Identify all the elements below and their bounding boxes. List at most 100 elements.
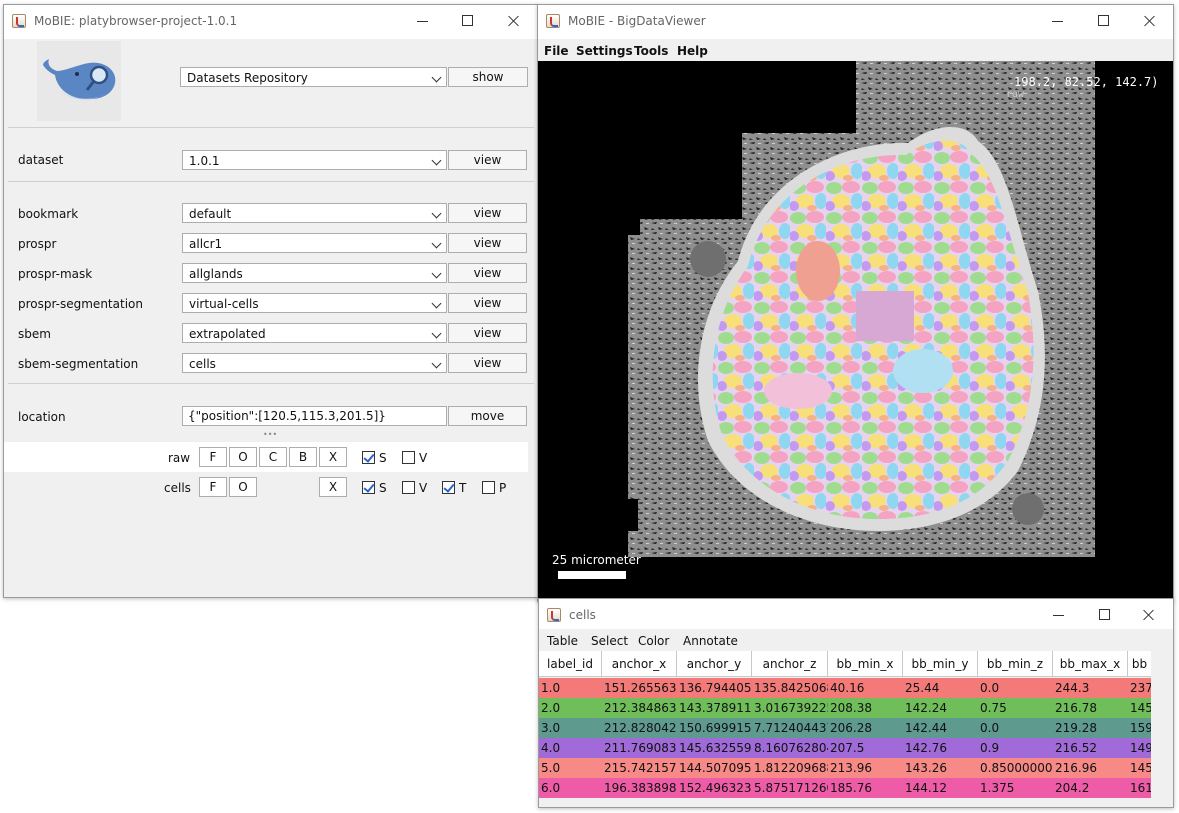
column-header[interactable]: anchor_z [752, 651, 828, 677]
table-cell[interactable]: 8.160762804... [752, 738, 828, 758]
cells-focus-button[interactable]: F [199, 477, 227, 497]
location-field[interactable]: {"position":[120.5,115.3,201.5]} [182, 406, 447, 426]
table-cell[interactable]: 159. [1128, 718, 1151, 738]
table-cell[interactable]: 25.44 [903, 678, 978, 698]
raw-remove-button[interactable]: X [319, 447, 347, 467]
table-cell[interactable]: 150.6999156... [677, 718, 752, 738]
table-cell[interactable]: 0.9 [978, 738, 1053, 758]
prospr-segmentation-select[interactable]: virtual-cells [182, 293, 447, 313]
column-header[interactable]: bb_min_x [828, 651, 903, 677]
minimize-button[interactable] [1047, 11, 1069, 31]
table-cell[interactable]: 216.96 [1053, 758, 1128, 778]
menu-table[interactable]: Table [547, 634, 578, 648]
table-cell[interactable]: 145. [1128, 758, 1151, 778]
split-handle[interactable]: ••• [263, 430, 277, 439]
maximize-button[interactable] [1094, 605, 1116, 625]
table-cell[interactable]: 145. [1128, 698, 1151, 718]
table-cell[interactable]: 6.0 [539, 778, 602, 798]
table-cell[interactable]: 142.44 [903, 718, 978, 738]
view-bookmark-button[interactable]: view [448, 203, 527, 223]
view-prospr-button[interactable]: view [448, 233, 527, 253]
table-cell[interactable]: 0.0 [978, 678, 1053, 698]
raw-show-checkbox[interactable] [362, 451, 375, 464]
table-cell[interactable]: 1.812209688... [752, 758, 828, 778]
view-prospr-mask-button[interactable]: view [448, 263, 527, 283]
source-select[interactable]: Datasets Repository [180, 67, 447, 87]
table-cell[interactable]: 3.016739225... [752, 698, 828, 718]
table-cell[interactable]: 5.875171260... [752, 778, 828, 798]
close-button[interactable] [1138, 605, 1160, 625]
table-cell[interactable]: 215.7421572... [602, 758, 677, 778]
column-header[interactable]: bb [1128, 651, 1151, 677]
cells-remove-button[interactable]: X [319, 477, 347, 497]
raw-color-button[interactable]: C [259, 447, 287, 467]
column-header[interactable]: anchor_x [602, 651, 677, 677]
maximize-button[interactable] [457, 11, 479, 31]
cells-opacity-button[interactable]: O [229, 477, 257, 497]
table-cell[interactable]: 212.8280426... [602, 718, 677, 738]
cells-plot-checkbox[interactable] [482, 481, 495, 494]
menu-file[interactable]: File [544, 44, 569, 58]
column-header[interactable]: anchor_y [677, 651, 752, 677]
view-dataset-button[interactable]: view [448, 150, 527, 170]
menu-help[interactable]: Help [677, 44, 708, 58]
view-sbem-segmentation-button[interactable]: view [448, 353, 527, 373]
table-cell[interactable]: 1.0 [539, 678, 602, 698]
cells-show-checkbox[interactable] [362, 481, 375, 494]
table-cell[interactable]: 149. [1128, 738, 1151, 758]
table-row[interactable]: 4.0211.7690839...145.6325599...8.1607628… [539, 738, 1151, 758]
table-cell[interactable]: 151.2655631... [602, 678, 677, 698]
table-cell[interactable]: 144.5070952... [677, 758, 752, 778]
table-row[interactable]: 5.0215.7421572...144.5070952...1.8122096… [539, 758, 1151, 778]
column-header[interactable]: bb_min_y [903, 651, 978, 677]
view-prospr-segmentation-button[interactable]: view [448, 293, 527, 313]
table-cell[interactable]: 213.96 [828, 758, 903, 778]
table-cell[interactable]: 40.16 [828, 678, 903, 698]
minimize-button[interactable] [412, 11, 434, 31]
table-cell[interactable]: 136.7944055... [677, 678, 752, 698]
table-cell[interactable]: 0.75 [978, 698, 1053, 718]
table-row[interactable]: 6.0196.3838980...152.4963233...5.8751712… [539, 778, 1151, 798]
table-cell[interactable]: 145.6325599... [677, 738, 752, 758]
table-cell[interactable]: 1.375 [978, 778, 1053, 798]
table-row[interactable]: 1.0151.2655631...136.7944055...135.84250… [539, 678, 1151, 698]
raw-focus-button[interactable]: F [199, 447, 227, 467]
close-button[interactable] [1139, 11, 1161, 31]
cells-table-checkbox[interactable] [442, 481, 455, 494]
maximize-button[interactable] [1093, 11, 1115, 31]
table-cell[interactable]: 0.0 [978, 718, 1053, 738]
sbem-select[interactable]: extrapolated [182, 323, 447, 343]
menu-color[interactable]: Color [638, 634, 669, 648]
table-row[interactable]: 3.0212.8280426...150.6999156...7.7124044… [539, 718, 1151, 738]
table-cell[interactable]: 143.3789112... [677, 698, 752, 718]
sbem-segmentation-select[interactable]: cells [182, 353, 447, 373]
table-cell[interactable]: 244.3 [1053, 678, 1128, 698]
view-sbem-button[interactable]: view [448, 323, 527, 343]
column-header[interactable]: bb_min_z [978, 651, 1053, 677]
table-cell[interactable]: 216.78 [1053, 698, 1128, 718]
table-cell[interactable]: 142.76 [903, 738, 978, 758]
column-header[interactable]: bb_max_x [1053, 651, 1128, 677]
table-cell[interactable]: 207.5 [828, 738, 903, 758]
move-button[interactable]: move [448, 406, 527, 426]
table-row[interactable]: 2.0212.3848636...143.3789112...3.0167392… [539, 698, 1151, 718]
cells-3d-view-checkbox[interactable] [402, 481, 415, 494]
table-cell[interactable]: 216.52 [1053, 738, 1128, 758]
table-cell[interactable]: 212.3848636... [602, 698, 677, 718]
menu-annotate[interactable]: Annotate [683, 634, 738, 648]
raw-3d-view-checkbox[interactable] [402, 451, 415, 464]
table-cell[interactable]: 208.38 [828, 698, 903, 718]
raw-brightness-button[interactable]: B [289, 447, 317, 467]
menu-settings[interactable]: Settings [576, 44, 633, 58]
table-cell[interactable]: 4.0 [539, 738, 602, 758]
menu-select[interactable]: Select [591, 634, 628, 648]
column-header[interactable]: label_id [539, 651, 602, 677]
table-cell[interactable]: 219.28 [1053, 718, 1128, 738]
table-cell[interactable]: 5.0 [539, 758, 602, 778]
raw-opacity-button[interactable]: O [229, 447, 257, 467]
table-cell[interactable]: 211.7690839... [602, 738, 677, 758]
minimize-button[interactable] [1048, 605, 1070, 625]
table-cell[interactable]: 143.26 [903, 758, 978, 778]
table-cell[interactable]: 237. [1128, 678, 1151, 698]
table-cell[interactable]: 142.24 [903, 698, 978, 718]
